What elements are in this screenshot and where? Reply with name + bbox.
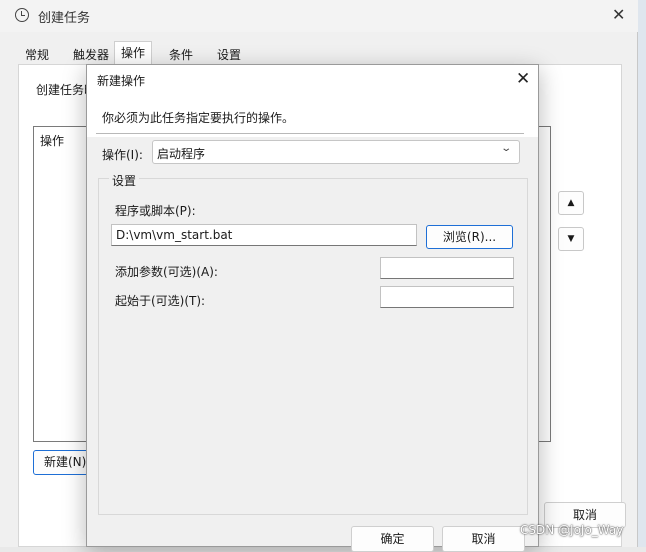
chevron-down-icon: ⌄ [500,143,513,154]
arrow-up-icon[interactable]: ▲ [558,191,584,215]
start-in-label: 起始于(可选)(T): [115,294,206,308]
browse-button[interactable]: 浏览(R)... [426,225,513,249]
dialog-titlebar: 新建操作 ✕ [87,65,538,95]
program-input-value: D:\vm\vm_start.bat [116,228,233,242]
program-label: 程序或脚本(P): [115,204,196,218]
divider [96,133,524,134]
args-label: 添加参数(可选)(A): [115,265,218,279]
close-icon[interactable]: ✕ [516,69,530,89]
tab-conditions[interactable]: 条件 [162,43,200,65]
tab-triggers[interactable]: 触发器 [66,43,116,65]
dialog-title: 新建操作 [97,74,146,88]
tab-actions[interactable]: 操作 [114,41,153,66]
dialog-instruction: 你必须为此任务指定要执行的操作。 [102,111,295,125]
settings-group-label: 设置 [109,172,140,189]
action-list-header: 操作 [40,134,65,148]
background-window-edge [638,0,646,547]
program-input[interactable]: D:\vm\vm_start.bat [111,224,417,246]
ok-button[interactable]: 确定 [351,526,434,552]
action-select[interactable]: 启动程序 ⌄ [152,140,520,164]
arrow-down-icon[interactable]: ▼ [558,227,584,251]
action-select-value: 启动程序 [157,147,206,161]
close-icon[interactable]: ✕ [612,5,625,24]
watermark: CSDN @JoJo_Way [520,523,624,537]
clock-icon [15,8,29,22]
instruction-area: 你必须为此任务指定要执行的操作。 [87,95,538,137]
parent-titlebar: 创建任务 ✕ [0,0,638,32]
args-input[interactable] [380,257,514,279]
new-action-dialog: 新建操作 ✕ 你必须为此任务指定要执行的操作。 操作(I): 启动程序 ⌄ 设置… [86,64,539,552]
tab-settings[interactable]: 设置 [210,43,248,65]
cancel-button[interactable]: 取消 [442,526,525,552]
start-in-input[interactable] [380,286,514,308]
tab-general[interactable]: 常规 [18,43,56,65]
action-label: 操作(I): [102,148,143,162]
parent-window-title: 创建任务 [38,11,91,26]
